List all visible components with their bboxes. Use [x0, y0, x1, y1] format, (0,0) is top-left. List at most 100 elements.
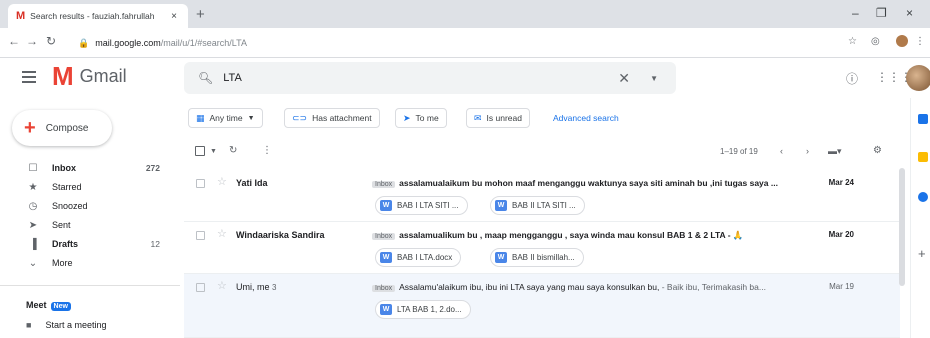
row-checkbox[interactable]	[196, 231, 205, 240]
word-doc-icon: W	[495, 200, 507, 211]
search-input[interactable]: LTA	[223, 72, 242, 84]
start-meeting-label: Start a meeting	[45, 320, 107, 330]
attachment-chip[interactable]: W BAB I LTA SITI ...	[375, 196, 468, 215]
email-subject: assalamualikum bu , maap mengganggu , sa…	[399, 230, 744, 240]
search-icon[interactable]: 🔍︎	[198, 71, 213, 85]
email-row[interactable]: ☆ Umi, me 3 Inbox Assalamu'alaikum ibu, i…	[184, 274, 900, 338]
back-icon[interactable]: ←	[8, 34, 20, 48]
inbox-label-badge: Inbox	[372, 181, 396, 188]
forward-icon[interactable]: →	[26, 34, 38, 48]
account-avatar[interactable]	[906, 65, 930, 91]
refresh-icon[interactable]: ↻	[229, 145, 237, 156]
inbox-icon: ☐	[28, 162, 38, 174]
word-doc-icon: W	[380, 200, 392, 211]
search-box[interactable]: 🔍︎ LTA ✕ ▼	[184, 62, 676, 94]
has-attachment-filter[interactable]: ⊂⊃ Has attachment	[284, 108, 380, 128]
keep-icon[interactable]	[918, 152, 928, 162]
email-subject-line: Inbox assalamualikum bu , maap mengganggu…	[372, 230, 820, 241]
any-time-filter[interactable]: ▦ Any time ▼	[188, 108, 263, 128]
main-menu-icon[interactable]	[22, 71, 36, 86]
gmail-logo[interactable]: M Gmail	[52, 62, 127, 90]
compose-plus-icon: +	[24, 117, 36, 139]
sidebar-item-starred[interactable]: ★ Starred	[0, 177, 180, 197]
sidebar-item-label: Sent	[52, 220, 71, 230]
help-icon[interactable]: ⓘ	[846, 70, 858, 87]
email-sender: Yati Ida	[236, 178, 268, 188]
calendar-icon[interactable]	[918, 114, 928, 124]
sidebar-item-inbox[interactable]: ☐ Inbox 272	[0, 158, 180, 178]
thread-count: 3	[272, 283, 277, 292]
attachment-name: BAB I LTA.docx	[397, 253, 453, 262]
next-page-icon[interactable]: ›	[806, 146, 809, 156]
star-icon[interactable]: ☆	[217, 227, 227, 240]
select-all-checkbox[interactable]	[195, 146, 205, 156]
compose-button[interactable]: + Compose	[12, 110, 112, 146]
extension-icon[interactable]: ◎	[871, 36, 880, 47]
select-dropdown-icon[interactable]: ▼	[210, 148, 217, 155]
side-panel	[910, 98, 930, 338]
more-actions-icon[interactable]: ⋮	[262, 145, 272, 156]
reload-icon[interactable]: ↻	[46, 34, 56, 48]
scrollbar-thumb[interactable]	[899, 168, 905, 286]
attachment-name: BAB II LTA SITI ...	[512, 201, 576, 210]
word-doc-icon: W	[380, 252, 392, 263]
attachment-chip[interactable]: W BAB I LTA.docx	[375, 248, 462, 267]
sidebar-item-more[interactable]: ⌄ More	[0, 253, 180, 273]
star-icon[interactable]: ☆	[217, 279, 227, 292]
input-tools-icon[interactable]: ▬▾	[828, 146, 842, 157]
browser-tab[interactable]: M Search results - fauziah.fahrullah ×	[8, 4, 188, 28]
prev-page-icon[interactable]: ‹	[780, 146, 783, 156]
email-subject: Assalamu'alaikum ibu, ibu ini LTA saya y…	[399, 282, 660, 292]
email-sender: Umi, me 3	[236, 282, 276, 292]
email-date: Mar 20	[828, 230, 854, 239]
word-doc-icon: W	[380, 304, 392, 315]
meet-section-title: Meet New	[26, 300, 71, 311]
to-me-filter[interactable]: ➤ To me	[395, 108, 447, 128]
bookmark-star-icon[interactable]: ☆	[848, 36, 857, 47]
attachment-name: BAB II bismillah...	[512, 253, 575, 262]
email-subject-line: Inbox assalamualaikum bu mohon maaf menga…	[372, 178, 820, 188]
browser-menu-icon[interactable]: ⋮	[915, 36, 925, 47]
is-unread-filter[interactable]: ✉ Is unread	[466, 108, 530, 128]
email-date: Mar 24	[828, 178, 854, 187]
url-bar[interactable]: 🔒 mail.google.com/mail/u/1/#search/LTA	[78, 33, 838, 53]
new-tab-button[interactable]: +	[196, 6, 205, 23]
close-window-button[interactable]: ×	[906, 6, 913, 20]
add-addon-icon[interactable]: +	[918, 246, 926, 261]
compose-label: Compose	[45, 122, 89, 134]
draft-icon: ▐	[29, 238, 37, 250]
advanced-search-link[interactable]: Advanced search	[553, 113, 619, 123]
attachment-chip[interactable]: W BAB II LTA SITI ...	[490, 196, 585, 215]
start-meeting-item[interactable]: ■ Start a meeting	[26, 320, 106, 330]
attachment-chip[interactable]: W BAB II bismillah...	[490, 248, 584, 267]
sidebar-divider	[0, 285, 180, 286]
clock-icon: ◷	[28, 200, 38, 212]
clear-search-icon[interactable]: ✕	[618, 70, 630, 87]
tab-close-icon[interactable]: ×	[171, 11, 177, 22]
row-checkbox[interactable]	[196, 283, 205, 292]
settings-gear-icon[interactable]: ⚙	[873, 145, 882, 156]
search-options-icon[interactable]: ▼	[650, 74, 658, 83]
sidebar-item-drafts[interactable]: ▐ Drafts 12	[0, 234, 180, 254]
sidebar-item-snoozed[interactable]: ◷ Snoozed	[0, 196, 180, 216]
sidebar-item-count: 272	[145, 163, 160, 173]
star-icon: ★	[28, 181, 38, 193]
email-row[interactable]: ☆ Windaariska Sandira Inbox assalamualiku…	[184, 222, 900, 274]
profile-avatar-icon[interactable]	[896, 35, 908, 47]
email-row[interactable]: ☆ Yati Ida Inbox assalamualaikum bu mohon…	[184, 170, 900, 222]
attachment-icon: ⊂⊃	[292, 112, 308, 123]
meet-label: Meet	[26, 300, 47, 310]
new-badge: New	[50, 302, 71, 311]
tasks-icon[interactable]	[918, 192, 928, 202]
attachment-chip[interactable]: W LTA BAB 1, 2.do...	[375, 300, 471, 319]
star-icon[interactable]: ☆	[217, 175, 227, 188]
attachment-name: LTA BAB 1, 2.do...	[397, 305, 462, 314]
pagination-text: 1–19 of 19	[720, 147, 758, 156]
to-me-label: To me	[415, 113, 439, 123]
arrow-right-icon: ➤	[403, 112, 411, 123]
sidebar-item-sent[interactable]: ➤ Sent	[0, 215, 180, 235]
minimize-button[interactable]: –	[852, 6, 859, 20]
maximize-button[interactable]: ❐	[876, 6, 887, 20]
row-checkbox[interactable]	[196, 179, 205, 188]
video-camera-icon: ■	[26, 320, 32, 330]
